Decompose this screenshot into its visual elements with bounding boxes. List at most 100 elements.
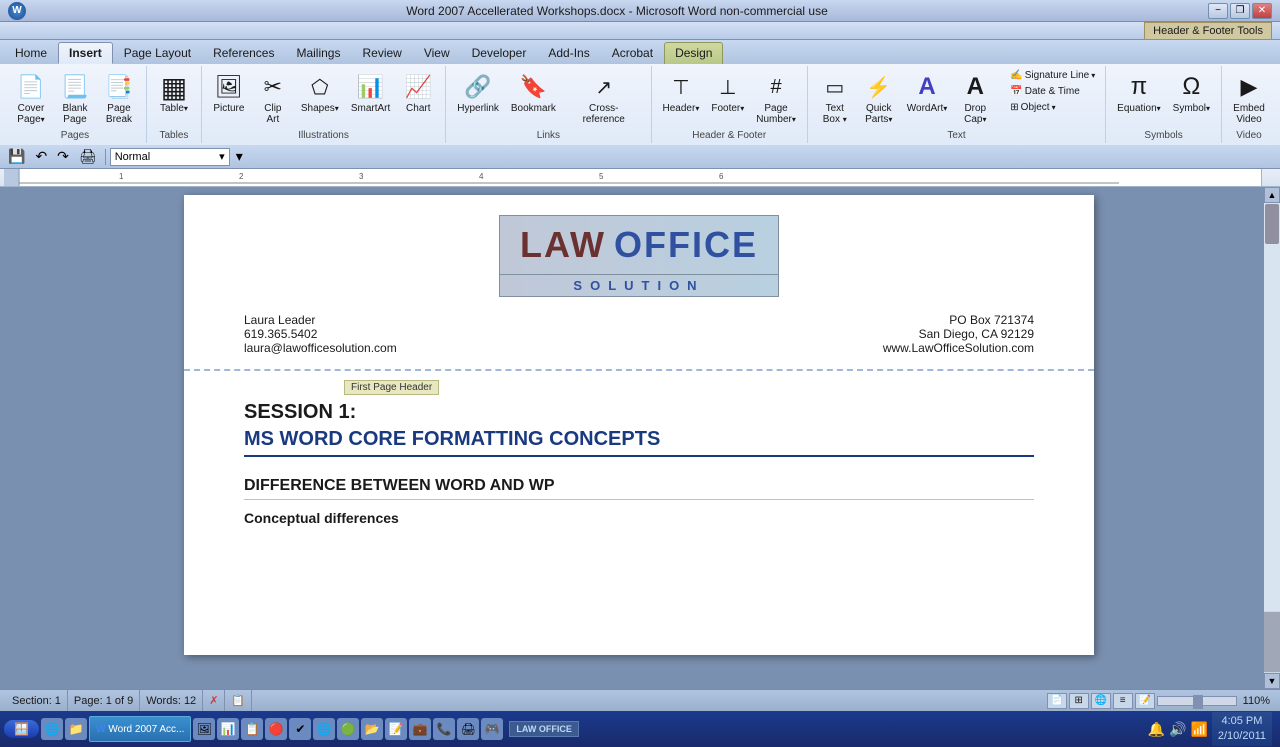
text-box-icon: ▭ [819, 71, 851, 103]
header-button[interactable]: ⊤ Header▾ [658, 68, 705, 117]
taskbar-icon-5[interactable]: ✔ [289, 718, 311, 740]
scroll-track[interactable] [1264, 203, 1280, 611]
view-draft-button[interactable]: 📝 [1135, 693, 1155, 709]
subsection1: Conceptual differences [244, 510, 1034, 526]
symbol-button[interactable]: Ω Symbol▾ [1168, 68, 1215, 117]
tab-mailings[interactable]: Mailings [285, 42, 351, 64]
view-fullscreen-button[interactable]: ⊞ [1069, 693, 1089, 709]
equation-button[interactable]: π Equation▾ [1112, 68, 1166, 117]
bookmark-label: Bookmark [511, 103, 556, 114]
quick-parts-label: QuickParts▾ [865, 103, 892, 125]
chart-button[interactable]: 📈 Chart [397, 68, 439, 117]
smartart-button[interactable]: 📊 SmartArt [346, 68, 395, 117]
taskbar-icon-explorer[interactable]: 📁 [65, 718, 87, 740]
minimize-button[interactable]: − [1208, 3, 1228, 19]
contact-right: PO Box 721374 San Diego, CA 92129 www.La… [883, 313, 1034, 355]
print-preview-button[interactable]: 🖨 [75, 145, 101, 168]
taskbar-icon-ie[interactable]: 🌐 [41, 718, 63, 740]
view-outline-button[interactable]: ≡ [1113, 693, 1133, 709]
pages-group-label: Pages [61, 130, 89, 141]
scroll-down-button[interactable]: ▼ [1264, 673, 1280, 689]
taskbar-icon-12[interactable]: 🖨 [457, 718, 479, 740]
taskbar-icon-4[interactable]: 🔴 [265, 718, 287, 740]
text-box-button[interactable]: ▭ TextBox ▾ [814, 68, 856, 128]
taskbar-word-icon: W [96, 724, 105, 735]
clip-art-button[interactable]: ✂ ClipArt [252, 68, 294, 128]
redo-button[interactable]: ↷ [53, 145, 73, 168]
taskbar-icon-2[interactable]: 📊 [217, 718, 239, 740]
tab-design[interactable]: Design [664, 42, 723, 64]
style-dropdown[interactable]: Normal ▾ [110, 148, 230, 166]
links-group-label: Links [537, 130, 560, 141]
embed-video-button[interactable]: ▶ EmbedVideo [1228, 68, 1270, 128]
quick-parts-button[interactable]: ⚡ QuickParts▾ [858, 68, 900, 128]
taskbar-icon-9[interactable]: 📝 [385, 718, 407, 740]
taskbar-icon-3[interactable]: 📋 [241, 718, 263, 740]
contact-name: Laura Leader [244, 313, 397, 327]
close-button[interactable]: ✕ [1252, 3, 1272, 19]
taskbar-icon-11[interactable]: 📞 [433, 718, 455, 740]
tray-icon-network[interactable]: 📶 [1190, 721, 1207, 738]
zoom-bar[interactable] [1157, 696, 1237, 706]
page-number-button[interactable]: # PageNumber▾ [751, 68, 801, 128]
tab-acrobat[interactable]: Acrobat [601, 42, 664, 64]
document-scroll-area[interactable]: LAW OFFICE SOLUTION Laura Leader 619.365… [14, 187, 1264, 689]
taskbar-icon-7[interactable]: 🟢 [337, 718, 359, 740]
tab-references[interactable]: References [202, 42, 285, 64]
picture-icon: 🖼 [213, 71, 245, 103]
object-button[interactable]: ⊞ Object ▾ [1006, 100, 1099, 115]
taskbar-icon-13[interactable]: 🎮 [481, 718, 503, 740]
restore-button[interactable]: ❐ [1230, 3, 1250, 19]
text-group-label: Text [947, 130, 965, 141]
cross-reference-button[interactable]: ↗ Cross-reference [563, 68, 645, 128]
status-words: Words: 12 [140, 690, 203, 711]
undo-button[interactable]: ↶ [31, 145, 51, 168]
tab-add-ins[interactable]: Add-Ins [537, 42, 600, 64]
tab-page-layout[interactable]: Page Layout [113, 42, 202, 64]
tab-home[interactable]: Home [4, 42, 58, 64]
start-button[interactable]: 🪟 [4, 720, 39, 738]
wordart-button[interactable]: A WordArt▾ [902, 68, 953, 117]
system-clock[interactable]: 4:05 PM 2/10/2011 [1212, 712, 1272, 747]
vertical-scrollbar[interactable]: ▲ ▼ [1264, 187, 1280, 689]
signature-line-button[interactable]: ✍ Signature Line ▾ [1006, 68, 1099, 83]
taskbar-icon-8[interactable]: 📂 [361, 718, 383, 740]
smartart-label: SmartArt [351, 103, 390, 114]
tab-review[interactable]: Review [351, 42, 412, 64]
tab-developer[interactable]: Developer [461, 42, 538, 64]
logo-container: LAW OFFICE SOLUTION [499, 215, 779, 297]
taskbar-word-label: Word 2007 Acc... [108, 724, 184, 735]
first-page-header-label: First Page Header [344, 380, 439, 395]
hyperlink-button[interactable]: 🔗 Hyperlink [452, 68, 504, 117]
ribbon-group-text: ▭ TextBox ▾ ⚡ QuickParts▾ A WordArt▾ A D… [808, 66, 1106, 143]
date-time-button[interactable]: 📅 Date & Time [1006, 84, 1099, 99]
taskbar-icon-6[interactable]: 🌐 [313, 718, 335, 740]
table-button[interactable]: ▦ Table▾ [153, 68, 195, 117]
more-button[interactable]: ▾ [232, 145, 247, 168]
equation-icon: π [1123, 71, 1155, 103]
tray-icon-2[interactable]: 🔊 [1169, 721, 1186, 738]
zoom-thumb[interactable] [1193, 695, 1203, 709]
page-break-button[interactable]: 📑 PageBreak [98, 68, 140, 128]
window-title: Word 2007 Accellerated Workshops.docx - … [26, 4, 1208, 18]
page-break-label: PageBreak [106, 103, 132, 125]
tab-insert[interactable]: Insert [58, 42, 113, 64]
save-button[interactable]: 💾 [4, 145, 29, 168]
blank-page-button[interactable]: 📃 BlankPage [54, 68, 96, 128]
taskbar-icon-10[interactable]: 💼 [409, 718, 431, 740]
shapes-button[interactable]: ⬠ Shapes▾ [296, 68, 344, 117]
scroll-up-button[interactable]: ▲ [1264, 187, 1280, 203]
scroll-thumb[interactable] [1265, 204, 1279, 244]
view-print-button[interactable]: 📄 [1047, 693, 1067, 709]
view-web-button[interactable]: 🌐 [1091, 693, 1111, 709]
tab-view[interactable]: View [413, 42, 461, 64]
contact-left: Laura Leader 619.365.5402 laura@lawoffic… [244, 313, 397, 355]
picture-button[interactable]: 🖼 Picture [208, 68, 250, 117]
tray-icon-1[interactable]: 🔔 [1148, 721, 1165, 738]
blank-page-label: BlankPage [62, 103, 87, 125]
drop-cap-button[interactable]: A DropCap▾ [954, 68, 996, 128]
cover-page-button[interactable]: 📄 CoverPage▾ [10, 68, 52, 128]
taskbar-icon-1[interactable]: 🖼 [193, 718, 215, 740]
bookmark-button[interactable]: 🔖 Bookmark [506, 68, 561, 117]
footer-button[interactable]: ⊥ Footer▾ [706, 68, 749, 117]
